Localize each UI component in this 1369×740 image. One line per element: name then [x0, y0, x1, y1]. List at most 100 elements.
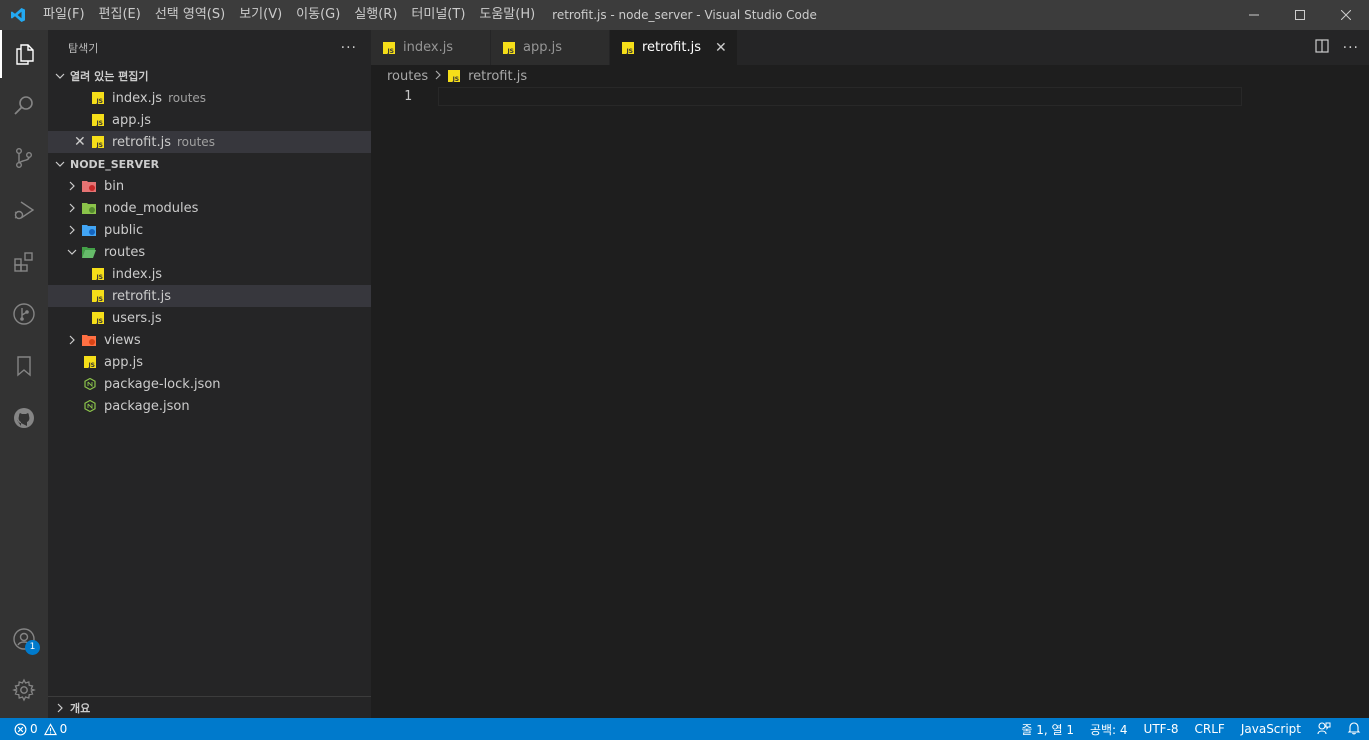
js-file-icon: [92, 92, 104, 105]
explorer-button[interactable]: [0, 30, 48, 78]
tree-folder-node-modules[interactable]: node_modules: [48, 197, 371, 219]
menu-view[interactable]: 보기(V): [232, 0, 289, 30]
extensions-button[interactable]: [0, 238, 48, 286]
outline-label: 개요: [70, 701, 91, 715]
tree-label: package.json: [104, 398, 190, 414]
nodejs-icon: [84, 400, 96, 412]
tree-file-index-js[interactable]: index.js: [48, 263, 371, 285]
problems-indicator[interactable]: 0 0: [0, 722, 67, 736]
nodejs-icon: [84, 378, 96, 390]
tree-file-retrofit-js[interactable]: retrofit.js: [48, 285, 371, 307]
tab-bar: index.js app.js retrofit.js ✕ ···: [371, 30, 1369, 65]
more-icon[interactable]: ···: [1343, 40, 1359, 56]
tree-folder-views[interactable]: views: [48, 329, 371, 351]
js-file-icon: [503, 41, 515, 55]
outline-section[interactable]: 개요: [48, 696, 371, 718]
bookmark-icon: [17, 356, 31, 377]
bookmarks-button[interactable]: [0, 342, 48, 390]
warning-count: 0: [59, 722, 68, 736]
tree-folder-public[interactable]: public: [48, 219, 371, 241]
title-bar: 파일(F) 편집(E) 선택 영역(S) 보기(V) 이동(G) 실행(R) 터…: [0, 0, 1369, 30]
tree-file-users-js[interactable]: users.js: [48, 307, 371, 329]
accounts-button[interactable]: 1: [0, 615, 48, 663]
indentation[interactable]: 공백: 4: [1090, 721, 1128, 738]
accounts-badge: 1: [25, 640, 40, 655]
minimize-icon: [1249, 14, 1259, 16]
maximize-icon: [1295, 10, 1305, 20]
open-editors-section[interactable]: 열려 있는 편집기: [48, 65, 371, 87]
chevron-right-icon: [64, 332, 80, 348]
tab-retrofit-js[interactable]: retrofit.js ✕: [610, 30, 738, 65]
menu-help[interactable]: 도움말(H): [472, 0, 542, 30]
js-file-icon: [92, 114, 104, 127]
js-file-icon: [92, 290, 104, 303]
tree-file-app-js[interactable]: app.js: [48, 351, 371, 373]
folder-icon: [82, 203, 96, 214]
js-file-icon: [383, 41, 395, 55]
close-icon: [1341, 10, 1351, 20]
menu-go[interactable]: 이동(G): [289, 0, 347, 30]
language-mode[interactable]: JavaScript: [1241, 722, 1301, 736]
js-file-icon: [622, 41, 634, 55]
chevron-right-icon: [64, 222, 80, 238]
close-icon[interactable]: ✕: [74, 131, 86, 153]
search-button[interactable]: [0, 82, 48, 130]
source-control-icon: [15, 148, 32, 169]
tree-label: app.js: [104, 354, 143, 370]
git-graph-icon: [13, 303, 35, 325]
search-icon: [14, 96, 33, 115]
tree-file-package-json[interactable]: package.json: [48, 395, 371, 417]
notifications-icon[interactable]: [1347, 721, 1361, 738]
code-editor[interactable]: 1: [371, 87, 1369, 687]
chevron-right-icon: [434, 69, 442, 84]
cursor-position[interactable]: 줄 1, 열 1: [1021, 721, 1074, 738]
menu-file[interactable]: 파일(F): [36, 0, 92, 30]
menu-selection[interactable]: 선택 영역(S): [148, 0, 232, 30]
menu-run[interactable]: 실행(R): [347, 0, 404, 30]
open-editors-label: 열려 있는 편집기: [70, 70, 149, 83]
encoding[interactable]: UTF-8: [1144, 722, 1179, 736]
explorer-header: 탐색기 ···: [48, 30, 371, 65]
editor-area: index.js app.js retrofit.js ✕ ··· routes…: [371, 30, 1369, 718]
line-number: 1: [404, 89, 412, 104]
open-editor-item[interactable]: index.js routes: [48, 87, 371, 109]
breadcrumb-file[interactable]: retrofit.js: [468, 69, 527, 84]
open-editor-item[interactable]: ✕ retrofit.js routes: [48, 131, 371, 153]
close-tab-icon[interactable]: ✕: [715, 40, 727, 56]
manage-button[interactable]: [0, 666, 48, 714]
breadcrumb-folder[interactable]: routes: [387, 69, 428, 84]
chevron-down-icon: [64, 244, 80, 260]
minimize-button[interactable]: [1231, 0, 1277, 30]
tree-file-package-lock-json[interactable]: package-lock.json: [48, 373, 371, 395]
workspace-section[interactable]: NODE_SERVER: [48, 153, 371, 175]
tree-folder-routes[interactable]: routes: [48, 241, 371, 263]
close-window-button[interactable]: [1323, 0, 1369, 30]
error-icon: [14, 723, 27, 735]
tab-index-js[interactable]: index.js: [371, 30, 491, 65]
menu-edit[interactable]: 편집(E): [92, 0, 148, 30]
github-button[interactable]: [0, 394, 48, 442]
tab-label: app.js: [523, 40, 562, 55]
source-control-button[interactable]: [0, 134, 48, 182]
tab-app-js[interactable]: app.js: [491, 30, 610, 65]
activity-bar: 1: [0, 30, 48, 718]
menu-terminal[interactable]: 터미널(T): [404, 0, 472, 30]
file-desc: routes: [168, 91, 207, 105]
window-controls: [1231, 0, 1369, 30]
open-editor-item[interactable]: app.js: [48, 109, 371, 131]
run-debug-icon: [14, 201, 35, 220]
run-debug-button[interactable]: [0, 186, 48, 234]
js-file-icon: [448, 70, 461, 83]
feedback-icon[interactable]: [1317, 721, 1331, 738]
error-count: 0: [30, 722, 38, 736]
chevron-right-icon: [64, 200, 80, 216]
git-graph-button[interactable]: [0, 290, 48, 338]
file-name: app.js: [112, 112, 151, 128]
tree-folder-bin[interactable]: bin: [48, 175, 371, 197]
end-of-line[interactable]: CRLF: [1195, 722, 1225, 736]
file-name: index.js: [112, 90, 163, 106]
split-editor-icon[interactable]: [1315, 38, 1329, 57]
maximize-button[interactable]: [1277, 0, 1323, 30]
more-actions-button[interactable]: ···: [341, 40, 357, 56]
tree-label: users.js: [112, 310, 162, 326]
